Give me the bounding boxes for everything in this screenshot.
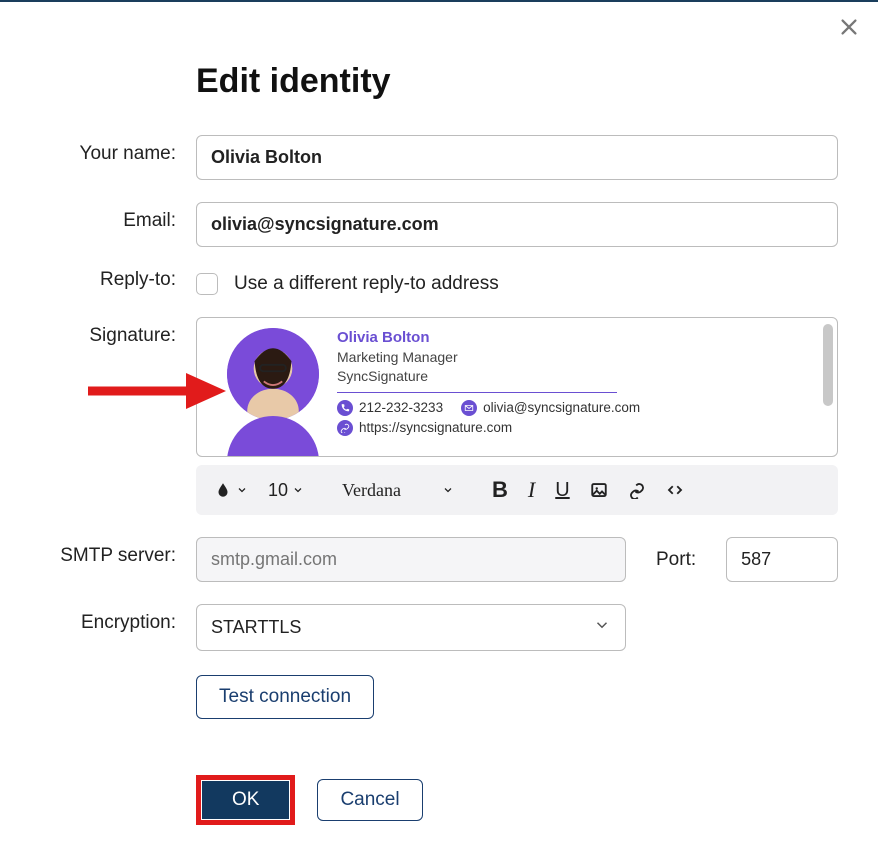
signature-name: Olivia Bolton [337,328,640,348]
close-button[interactable] [838,16,860,43]
reply-to-label: Reply-to: [40,269,196,291]
bold-button[interactable]: B [488,473,512,507]
cancel-button[interactable]: Cancel [317,779,422,821]
port-input[interactable] [726,537,838,582]
chevron-down-icon [593,616,611,639]
signature-editor[interactable]: Olivia Bolton Marketing Manager SyncSign… [196,317,838,457]
image-icon [590,481,608,499]
chevron-down-icon [236,480,248,501]
close-icon [838,16,860,38]
signature-company: SyncSignature [337,367,640,386]
email-label: Email: [40,202,196,232]
reply-to-checkbox-label: Use a different reply-to address [234,273,499,295]
code-icon [666,481,684,499]
phone-icon [337,400,353,416]
email-input[interactable] [196,202,838,247]
text-color-button[interactable] [210,476,252,505]
signature-body: Olivia Bolton Marketing Manager SyncSign… [337,328,640,439]
link-button[interactable] [624,477,650,503]
edit-identity-dialog: Edit identity Your name: Email: Reply-to… [0,2,878,825]
code-button[interactable] [662,477,688,503]
signature-role: Marketing Manager [337,348,640,367]
test-connection-button[interactable]: Test connection [196,675,374,719]
smtp-server-input[interactable] [196,537,626,582]
reply-to-checkbox[interactable] [196,273,218,295]
signature-toolbar: 10 Verdana B I U [196,465,838,515]
annotation-arrow-icon [86,371,226,411]
smtp-label: SMTP server: [40,537,196,567]
chevron-down-icon [292,480,304,501]
image-button[interactable] [586,477,612,503]
signature-divider [337,392,617,393]
font-family-selector[interactable]: Verdana [338,476,458,505]
signature-email: olivia@syncsignature.com [483,399,640,417]
font-family-value: Verdana [342,480,401,501]
signature-phone: 212-232-3233 [359,399,443,417]
underline-button[interactable]: U [551,475,573,506]
your-name-label: Your name: [40,135,196,165]
signature-label: Signature: [40,317,196,347]
port-label: Port: [656,549,696,571]
italic-button[interactable]: I [524,473,539,507]
font-size-selector[interactable]: 10 [264,476,308,505]
chevron-down-icon [442,480,454,501]
encryption-select[interactable]: STARTTLS [196,604,626,651]
encryption-label: Encryption: [40,604,196,634]
encryption-value: STARTTLS [211,617,301,638]
signature-scrollbar[interactable] [823,324,833,406]
droplet-icon [214,481,232,499]
font-size-value: 10 [268,480,288,501]
signature-url: https://syncsignature.com [359,419,512,437]
chain-link-icon [628,481,646,499]
envelope-icon [461,400,477,416]
your-name-input[interactable] [196,135,838,180]
link-icon [337,420,353,436]
dialog-title: Edit identity [196,62,838,101]
signature-avatar [227,328,319,420]
signature-avatar-next [227,416,319,457]
ok-button[interactable]: OK [202,781,289,819]
ok-button-highlight: OK [196,775,295,825]
